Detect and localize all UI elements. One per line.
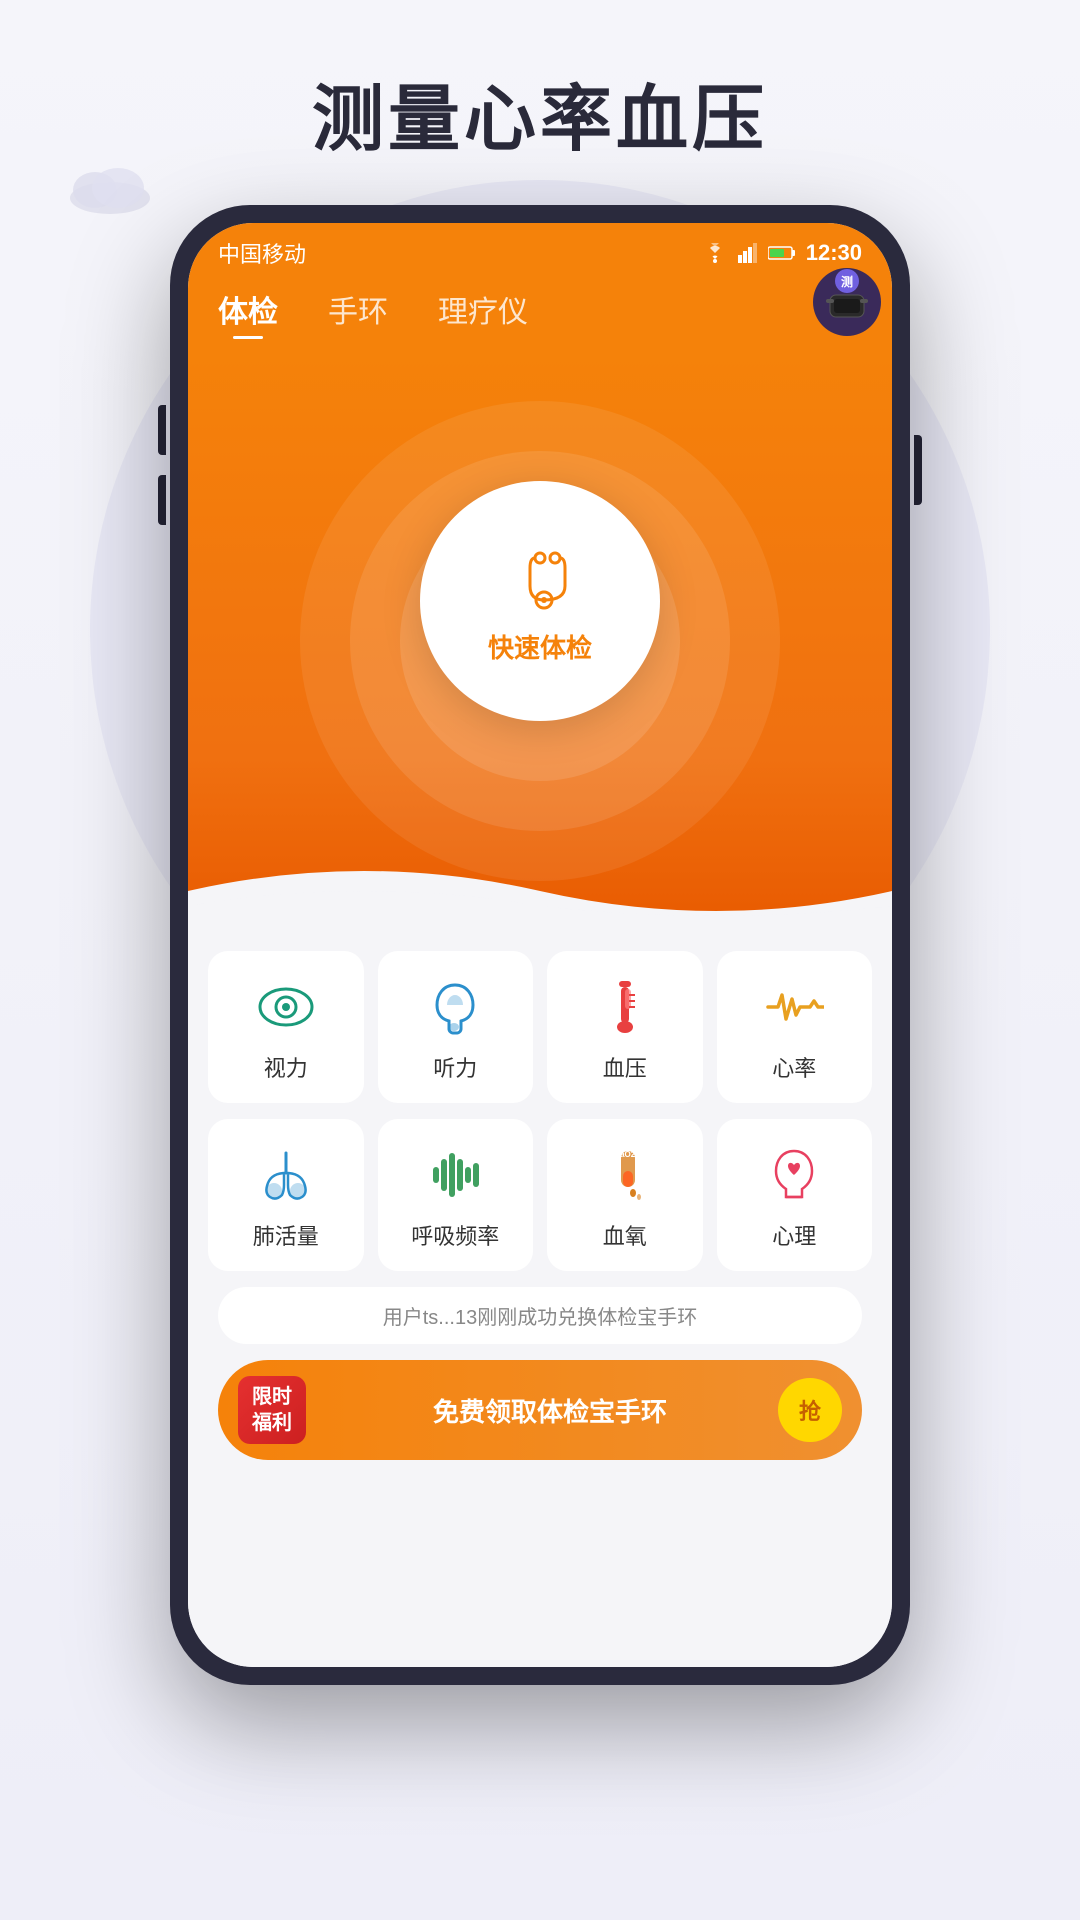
vision-icon xyxy=(254,975,318,1039)
wristband-badge[interactable]: 测 xyxy=(812,267,882,337)
phone-screen: 中国移动 xyxy=(188,223,892,1667)
banner-text: 免费领取体检宝手环 xyxy=(322,1392,778,1429)
blood-oxygen-item[interactable]: SaO2 血氧 xyxy=(547,1119,703,1271)
phone-frame: 中国移动 xyxy=(170,205,910,1685)
power-button[interactable] xyxy=(914,435,922,505)
blood-oxygen-label: 血氧 xyxy=(603,1219,647,1251)
quick-exam-label: 快速体检 xyxy=(488,628,592,665)
blood-oxygen-icon: SaO2 xyxy=(593,1143,657,1207)
breath-rate-label: 呼吸频率 xyxy=(411,1219,499,1251)
heart-rate-item[interactable]: 心率 xyxy=(717,951,873,1103)
wifi-icon xyxy=(702,243,728,263)
status-bar: 中国移动 xyxy=(188,223,892,277)
hearing-item[interactable]: 听力 xyxy=(378,951,534,1103)
volume-down-button[interactable] xyxy=(158,475,166,525)
bottom-banner[interactable]: 限时 福利 免费领取体检宝手环 抢 xyxy=(218,1360,862,1460)
banner-badge-line1: 限时 xyxy=(252,1384,292,1410)
lungs-icon xyxy=(254,1143,318,1207)
svg-text:SaO2: SaO2 xyxy=(615,1150,636,1159)
psychology-icon xyxy=(762,1143,826,1207)
svg-text:测: 测 xyxy=(841,274,853,289)
blood-pressure-icon xyxy=(593,975,657,1039)
hero-section: 快速体检 xyxy=(188,351,892,931)
content-area: 视力 听力 xyxy=(188,931,892,1667)
quick-exam-button[interactable]: 快速体检 xyxy=(420,481,660,721)
hearing-label: 听力 xyxy=(433,1051,477,1083)
hearing-icon xyxy=(423,975,487,1039)
page-title: 测量心率血压 xyxy=(312,60,768,165)
psychology-item[interactable]: 心理 xyxy=(717,1119,873,1271)
tab-therapy[interactable]: 理疗仪 xyxy=(438,287,528,331)
status-right: 12:30 xyxy=(702,240,862,266)
nav-tabs: 体检 手环 理疗仪 测 xyxy=(188,277,892,351)
signal-icon xyxy=(738,243,758,263)
heart-rate-label: 心率 xyxy=(772,1051,816,1083)
tab-wristband[interactable]: 手环 xyxy=(328,287,388,331)
psychology-label: 心理 xyxy=(772,1219,816,1251)
breath-rate-icon xyxy=(423,1143,487,1207)
lung-capacity-label: 肺活量 xyxy=(253,1219,319,1251)
heart-rate-icon xyxy=(762,975,826,1039)
blood-pressure-label: 血压 xyxy=(603,1051,647,1083)
grid-row-1: 视力 听力 xyxy=(208,951,872,1103)
vision-label: 视力 xyxy=(264,1051,308,1083)
battery-icon xyxy=(768,245,796,261)
grid-row-2: 肺活量 呼吸频率 xyxy=(208,1119,872,1271)
blood-pressure-item[interactable]: 血压 xyxy=(547,951,703,1103)
breath-rate-item[interactable]: 呼吸频率 xyxy=(378,1119,534,1271)
lung-capacity-item[interactable]: 肺活量 xyxy=(208,1119,364,1271)
banner-badge-line2: 福利 xyxy=(252,1410,292,1436)
banner-badge: 限时 福利 xyxy=(238,1376,306,1444)
wave-divider xyxy=(188,851,892,931)
cloud-decoration xyxy=(60,160,160,225)
status-time: 12:30 xyxy=(806,240,862,266)
volume-up-button[interactable] xyxy=(158,405,166,455)
notification-bar: 用户ts...13刚刚成功兑换体检宝手环 xyxy=(218,1287,862,1344)
carrier-label: 中国移动 xyxy=(218,237,306,269)
stethoscope-icon xyxy=(500,538,580,618)
tab-physical[interactable]: 体检 xyxy=(218,287,278,331)
banner-grab-button[interactable]: 抢 xyxy=(778,1378,842,1442)
notification-text: 用户ts...13刚刚成功兑换体检宝手环 xyxy=(383,1307,697,1329)
vision-item[interactable]: 视力 xyxy=(208,951,364,1103)
